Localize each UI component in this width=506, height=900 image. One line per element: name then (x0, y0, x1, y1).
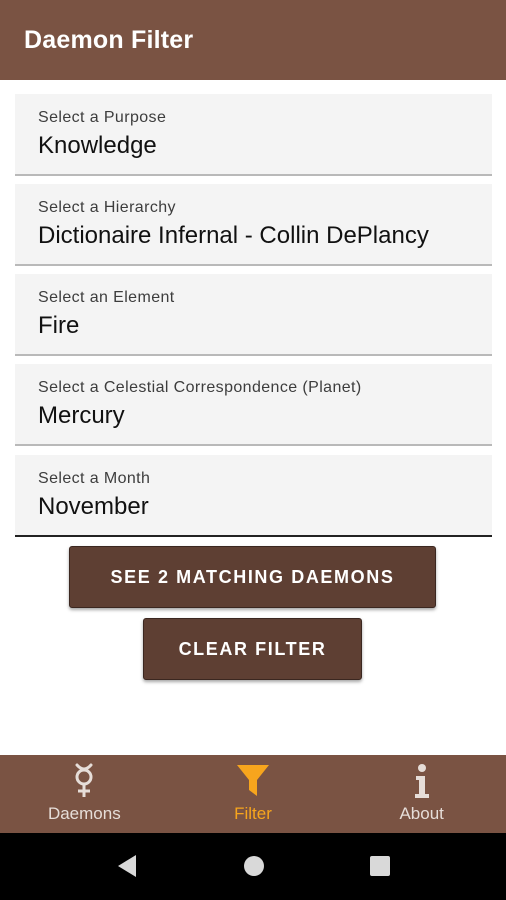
filter-funnel-icon (237, 765, 269, 796)
month-select-label: Select a Month (38, 470, 151, 487)
nav-label-about: About (399, 804, 444, 823)
recents-icon[interactable] (368, 853, 392, 879)
clear-filter-button[interactable]: CLEAR FILTER (143, 618, 362, 680)
nav-item-daemons[interactable]: Daemons (0, 755, 169, 833)
mercury-symbol-icon (75, 763, 93, 797)
planet-select-value: Mercury (38, 402, 125, 429)
element-select-label: Select an Element (38, 289, 175, 306)
hierarchy-select-label: Select a Hierarchy (38, 199, 176, 216)
purpose-select-value: Knowledge (38, 132, 157, 159)
back-icon[interactable] (115, 853, 139, 879)
nav-label-daemons: Daemons (47, 804, 121, 823)
nav-item-about[interactable]: About (337, 755, 506, 833)
app-bar: Daemon Filter (0, 0, 506, 80)
page-title: Daemon Filter (24, 25, 194, 54)
nav-item-filter[interactable]: Filter (169, 755, 338, 833)
nav-label-filter: Filter (234, 804, 272, 823)
hierarchy-select[interactable]: Select a Hierarchy Dictionaire Infernal … (15, 184, 492, 266)
planet-select-label: Select a Celestial Correspondence (Plane… (38, 379, 362, 396)
planet-select[interactable]: Select a Celestial Correspondence (Plane… (15, 364, 492, 446)
hierarchy-select-value: Dictionaire Infernal - Collin DePlancy (38, 222, 429, 249)
info-icon (414, 764, 429, 798)
purpose-select[interactable]: Select a Purpose Knowledge (15, 94, 492, 176)
bottom-navigation: Daemons Filter About (0, 755, 506, 833)
element-select-value: Fire (38, 312, 80, 339)
month-select-value: November (38, 493, 149, 520)
element-select[interactable]: Select an Element Fire (15, 274, 492, 356)
see-matching-daemons-button[interactable]: SEE 2 MATCHING DAEMONS (69, 546, 436, 608)
system-navigation-bar (0, 833, 506, 900)
home-icon[interactable] (242, 853, 266, 879)
month-select[interactable]: Select a Month November (15, 455, 492, 537)
purpose-select-label: Select a Purpose (38, 109, 167, 126)
